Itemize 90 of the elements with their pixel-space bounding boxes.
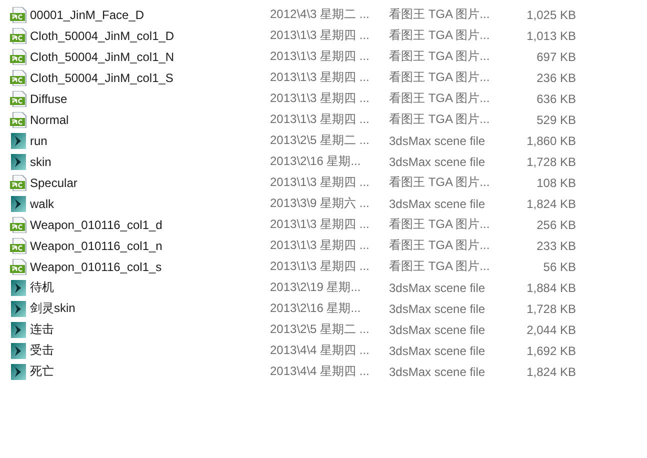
image-file-icon [10,90,27,106]
file-type: 3dsMax scene file [389,280,486,294]
file-type: 3dsMax scene file [389,322,486,336]
file-type: 3dsMax scene file [389,134,486,148]
file-size: 236 KB [536,70,576,84]
file-type: 3dsMax scene file [389,344,486,358]
file-name[interactable]: Specular [27,176,270,190]
file-type: 看图王 TGA 图片... [389,216,491,233]
file-size: 1,824 KB [526,196,576,210]
file-type: 看图王 TGA 图片... [389,48,491,65]
file-size: 233 KB [536,238,576,252]
file-name[interactable]: run [27,134,270,148]
image-file-icon [10,258,27,274]
file-type: 3dsMax scene file [389,302,486,316]
file-type: 看图王 TGA 图片... [389,111,491,128]
file-name[interactable]: skin [27,154,270,168]
file-size: 1,692 KB [526,344,576,358]
image-file-icon [10,28,27,44]
file-size: 1,728 KB [526,154,576,168]
file-name[interactable]: Cloth_50004_JinM_col1_S [27,70,270,84]
date-modified: 2013\3\9 星期六 ... [270,195,370,212]
image-file-icon [10,174,27,190]
file-name[interactable]: Weapon_010116_col1_n [27,238,270,252]
file-size: 1,728 KB [526,302,576,316]
date-modified: 2013\1\3 星期四 ... [270,174,370,191]
date-modified: 2012\4\3 星期二 ... [270,6,370,23]
file-name[interactable]: walk [27,196,270,210]
date-modified: 2013\1\3 星期四 ... [270,69,370,86]
file-name[interactable]: Diffuse [27,92,270,106]
date-modified: 2013\1\3 星期四 ... [270,216,370,233]
file-size: 1,860 KB [526,134,576,148]
file-size: 2,044 KB [526,322,576,336]
file-name[interactable]: Weapon_010116_col1_d [27,218,270,232]
scene-file-icon [10,342,27,358]
file-type: 看图王 TGA 图片... [389,258,491,275]
date-modified: 2013\2\19 星期... [270,279,362,296]
scene-file-icon [10,132,27,148]
file-size: 56 KB [542,260,576,274]
file-name[interactable]: 00001_JinM_Face_D [27,8,270,22]
file-size: 529 KB [536,112,576,126]
file-name[interactable]: 待机 [27,279,270,296]
date-modified: 2013\2\16 星期... [270,153,362,170]
file-type: 看图王 TGA 图片... [389,90,491,107]
file-size: 636 KB [536,92,576,106]
date-modified: 2013\4\4 星期四 ... [270,342,370,359]
file-name[interactable]: 剑灵skin [27,300,270,317]
image-file-icon [10,6,27,22]
date-modified: 2013\2\5 星期二 ... [270,132,370,149]
date-modified: 2013\1\3 星期四 ... [270,27,370,44]
scene-file-icon [10,196,27,212]
file-size: 1,824 KB [526,364,576,378]
file-size: 1,884 KB [526,280,576,294]
image-file-icon [10,112,27,128]
file-name[interactable]: Cloth_50004_JinM_col1_N [27,50,270,64]
file-size: 1,013 KB [526,28,576,42]
date-modified: 2013\1\3 星期四 ... [270,48,370,65]
scene-file-icon [10,322,27,338]
scene-file-icon [10,300,27,316]
file-size: 256 KB [536,218,576,232]
scene-file-icon [10,364,27,380]
date-modified: 2013\1\3 星期四 ... [270,111,370,128]
file-type: 3dsMax scene file [389,154,486,168]
scene-file-icon [10,280,27,296]
file-name[interactable]: 死亡 [27,363,270,380]
date-modified: 2013\2\5 星期二 ... [270,321,370,338]
file-name[interactable]: 受击 [27,342,270,359]
file-name[interactable]: Cloth_50004_JinM_col1_D [27,28,270,42]
file-type: 看图王 TGA 图片... [389,237,491,254]
file-name[interactable]: Weapon_010116_col1_s [27,260,270,274]
file-size: 1,025 KB [526,8,576,22]
file-type: 看图王 TGA 图片... [389,69,491,86]
file-type: 3dsMax scene file [389,196,486,210]
image-file-icon [10,48,27,64]
date-modified: 2013\1\3 星期四 ... [270,90,370,107]
scene-file-icon [10,154,27,170]
image-file-icon [10,238,27,254]
file-type: 看图王 TGA 图片... [389,174,491,191]
image-file-icon [10,70,27,86]
file-size: 697 KB [536,50,576,64]
date-modified: 2013\1\3 星期四 ... [270,258,370,275]
date-modified: 2013\2\16 星期... [270,300,362,317]
date-modified: 2013\4\4 星期四 ... [270,363,370,380]
file-name[interactable]: 连击 [27,321,270,338]
date-modified: 2013\1\3 星期四 ... [270,237,370,254]
file-size: 108 KB [536,176,576,190]
file-type: 看图王 TGA 图片... [389,6,491,23]
file-name[interactable]: Normal [27,112,270,126]
file-type: 3dsMax scene file [389,364,486,378]
file-type: 看图王 TGA 图片... [389,27,491,44]
image-file-icon [10,216,27,232]
